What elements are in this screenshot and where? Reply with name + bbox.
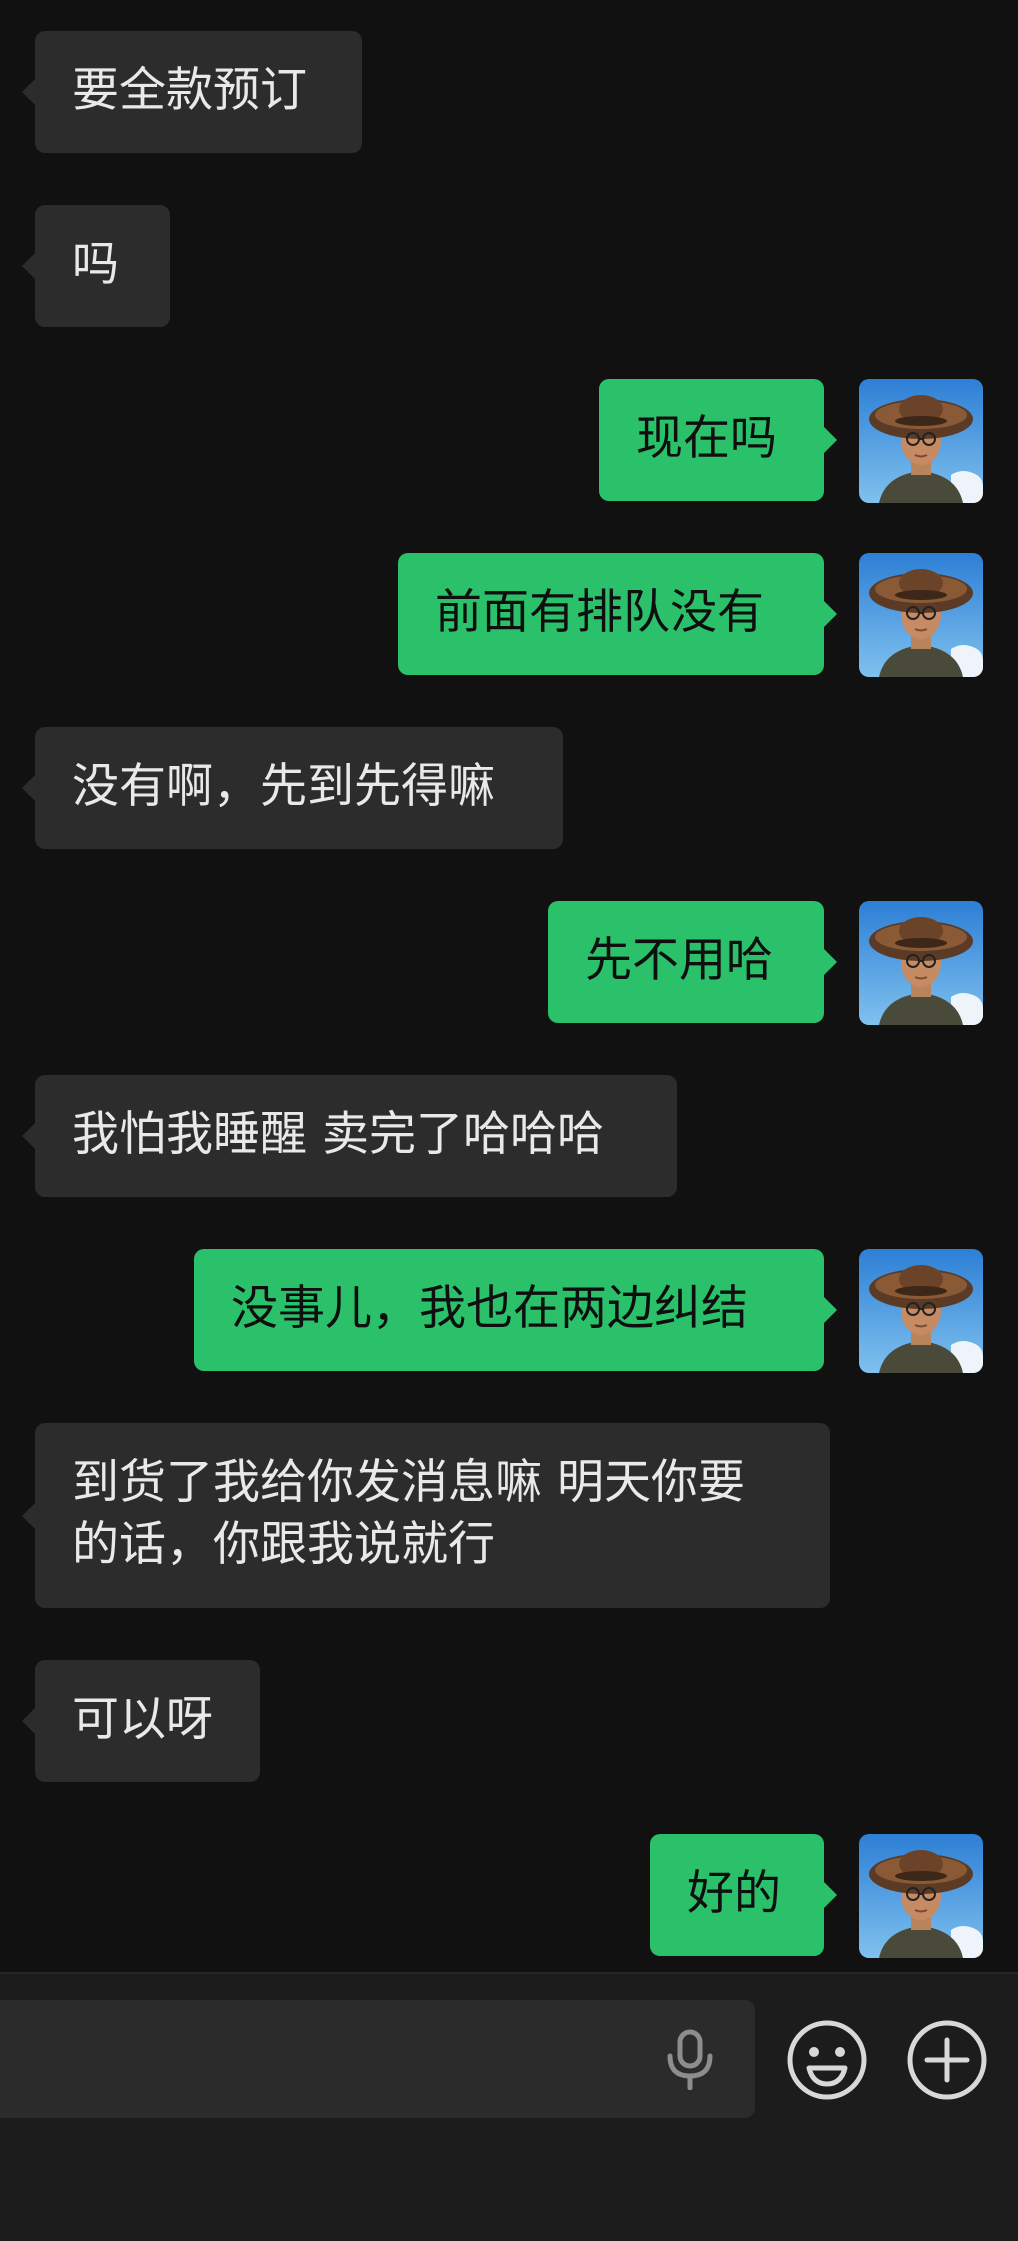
message-input[interactable] xyxy=(0,2000,755,2118)
message-bubble-incoming[interactable]: 吗 xyxy=(22,205,170,327)
profile-picture-icon xyxy=(859,901,983,1025)
avatar[interactable] xyxy=(859,1834,983,1958)
message-bubble-incoming[interactable]: 没有啊，先到先得嘛 xyxy=(22,727,563,849)
profile-picture-icon xyxy=(859,1249,983,1373)
avatar[interactable] xyxy=(859,1249,983,1373)
message-bubble-outgoing[interactable]: 好的 xyxy=(650,1834,837,1956)
message-bubble-incoming[interactable]: 可以呀 xyxy=(22,1660,260,1782)
profile-picture-icon xyxy=(859,379,983,503)
avatar[interactable] xyxy=(859,553,983,677)
message-bubble-outgoing[interactable]: 前面有排队没有 xyxy=(398,553,837,675)
microphone-icon[interactable] xyxy=(660,2028,720,2090)
profile-picture-icon xyxy=(859,553,983,677)
plus-circle-icon xyxy=(907,2020,987,2100)
message-bubble-outgoing[interactable]: 没事儿，我也在两边纠结 xyxy=(194,1249,837,1371)
chat-area[interactable]: 要全款预订 吗 现在吗 前面有排队没有 没有啊，先到先得嘛 先不用哈 我怕我睡醒… xyxy=(0,0,1018,1972)
plus-button[interactable] xyxy=(905,2018,989,2102)
profile-picture-icon xyxy=(859,1834,983,1958)
smiley-icon xyxy=(787,2020,867,2100)
emoji-button[interactable] xyxy=(785,2018,869,2102)
input-bar xyxy=(0,1972,1018,2241)
message-bubble-incoming[interactable]: 到货了我给你发消息嘛 明天你要 的话，你跟我说就行 xyxy=(22,1423,830,1608)
avatar[interactable] xyxy=(859,379,983,503)
message-bubble-outgoing[interactable]: 先不用哈 xyxy=(548,901,837,1023)
message-bubble-outgoing[interactable]: 现在吗 xyxy=(599,379,837,501)
avatar[interactable] xyxy=(859,901,983,1025)
message-bubble-incoming[interactable]: 要全款预订 xyxy=(22,31,362,153)
message-bubble-incoming[interactable]: 我怕我睡醒 卖完了哈哈哈 xyxy=(22,1075,677,1197)
